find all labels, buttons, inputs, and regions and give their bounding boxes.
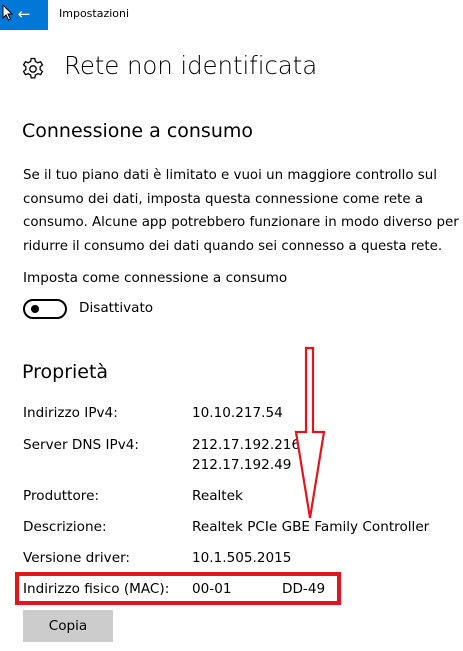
back-button[interactable]: ← [0,0,48,30]
down-arrow-annotation [294,346,326,519]
mac-highlight-box [15,572,341,605]
settings-page: ← Impostazioni Rete non identificata Con… [0,0,463,651]
app-title: Impostazioni [59,7,130,20]
dns-value-1: 212.17.192.216 [192,437,301,453]
driver-version-label: Versione driver: [23,550,131,566]
title-bar: ← Impostazioni [0,0,463,30]
back-arrow-icon: ← [17,5,31,23]
mouse-cursor-icon [2,4,13,21]
manufacturer-label: Produttore: [23,488,100,504]
dns-value-2: 212.17.192.49 [192,457,292,473]
copy-button[interactable]: Copia [23,610,113,642]
manufacturer-value: Realtek [192,488,243,504]
ipv4-label: Indirizzo IPv4: [23,405,118,421]
gear-icon [22,57,44,79]
metered-toggle[interactable] [23,299,67,319]
toggle-state-label: Disattivato [79,300,154,316]
metered-setting-label: Imposta come connessione a consumo [23,270,288,286]
dns-label: Server DNS IPv4: [23,437,139,453]
properties-heading: Proprietà [22,361,109,383]
driver-version-value: 10.1.505.2015 [192,550,292,566]
metered-heading: Connessione a consumo [22,120,254,142]
page-title: Rete non identificata [64,51,318,80]
metered-description: Se il tuo piano dati è limitato e vuoi u… [23,168,459,254]
ipv4-value: 10.10.217.54 [192,405,283,421]
description-label: Descrizione: [23,519,107,535]
toggle-knob [31,305,39,313]
